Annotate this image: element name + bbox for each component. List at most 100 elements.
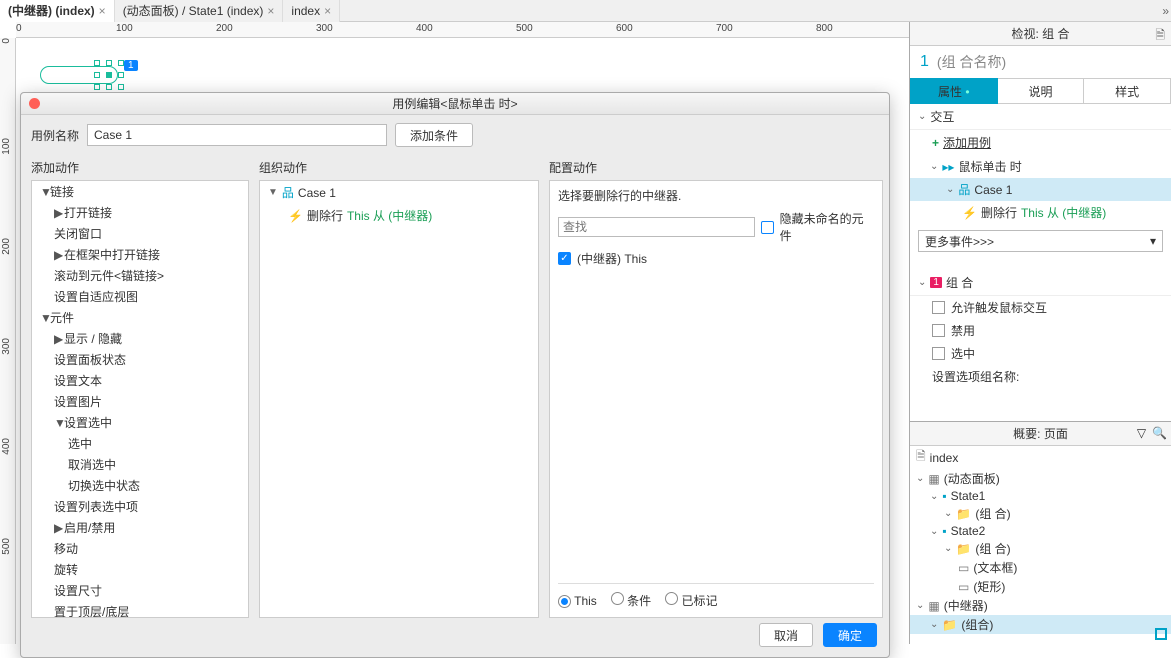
outline-title: 概要: 页面 ▽🔍 (910, 422, 1171, 446)
action-library[interactable]: ▼链接 ▶打开链接 关闭窗口 ▶在框架中打开链接 滚动到元件<锚链接> 设置自适… (31, 180, 249, 618)
radio-marked[interactable]: 已标记 (665, 592, 717, 609)
caret-icon: ⌄ (944, 543, 952, 554)
search-icon[interactable]: 🔍 (1152, 426, 1167, 440)
opt-trigger-mouse[interactable]: 允许触发鼠标交互 (910, 296, 1171, 319)
outline-item-label: index (930, 451, 959, 465)
configure-action-header: 配置动作 (549, 155, 883, 180)
outline-item[interactable]: ⌄📁(组 合) (910, 504, 1171, 523)
widget-name[interactable]: (组 合名称) (937, 52, 1006, 72)
document-tabs: (中继器) (index)× (动态面板) / State1 (index)× … (0, 0, 1171, 22)
outline-item[interactable]: ▭ (矩形) (910, 577, 1171, 596)
case-editor-dialog: 用例编辑<鼠标单击 时> 用例名称 添加条件 添加动作 ▼链接 ▶打 (20, 92, 890, 658)
interaction-badge[interactable]: 1 (124, 60, 138, 71)
folder-icon: 📁 (942, 618, 957, 632)
outline-item-label: State1 (951, 489, 986, 503)
action-row[interactable]: ⚡删除行 This 从 (中继器) (910, 201, 1171, 224)
right-panels: 检视: 组 合 🗎 1 (组 合名称) 属性 • 说明 样式 ⌄交互 +添加用例… (910, 22, 1171, 644)
outline-panel: 概要: 页面 ▽🔍 🗎index⌄▦(动态面板)⌄▪State1⌄📁(组 合)⌄… (910, 422, 1171, 644)
state-icon: ▪ (942, 524, 946, 538)
close-icon[interactable]: × (324, 4, 331, 18)
event-row[interactable]: ⌄▸▸鼠标单击 时 (910, 155, 1171, 178)
action-row[interactable]: ⚡ 删除行 This 从 (中继器) (260, 204, 538, 227)
cancel-button[interactable]: 取消 (759, 623, 813, 647)
outline-item[interactable]: 🗎 index (910, 446, 1171, 469)
add-case-link[interactable]: +添加用例 (910, 130, 1171, 155)
rect-icon: ▭ (958, 580, 969, 594)
close-window-icon[interactable] (29, 98, 40, 109)
case-action-tree[interactable]: ▼ 品 Case 1 ⚡ 删除行 This 从 (中继器) (259, 180, 539, 618)
delete-mode-radios: This 条件 已标记 (558, 583, 874, 609)
section-interactions[interactable]: ⌄交互 (910, 104, 1171, 130)
ruler-horizontal: 0100200300400500600700800 (16, 22, 909, 38)
configure-panel: 选择要删除行的中继器. 隐藏未命名的元件 ✓ (中继器) This (549, 180, 883, 618)
group-badge-icon: 1 (930, 277, 942, 288)
inspector-panel: 检视: 组 合 🗎 1 (组 合名称) 属性 • 说明 样式 ⌄交互 +添加用例… (910, 22, 1171, 422)
outline-item-label: (组 合) (975, 505, 1010, 522)
outline-item-label: State2 (951, 524, 986, 538)
outline-tree[interactable]: 🗎index⌄▦(动态面板)⌄▪State1⌄📁(组 合)⌄▪State2⌄📁(… (910, 446, 1171, 634)
page-icon: 🗎 (916, 447, 926, 468)
tab-properties[interactable]: 属性 • (910, 78, 998, 104)
bolt-icon: ⚡ (288, 209, 303, 223)
outline-item-label: (组合) (961, 616, 993, 633)
outline-item-label: (动态面板) (944, 470, 1000, 487)
bolt-icon: ⚡ (962, 206, 977, 220)
opt-disabled[interactable]: 禁用 (910, 319, 1171, 342)
rep-icon: ▦ (928, 599, 939, 613)
hide-unnamed-label: 隐藏未命名的元件 (780, 210, 874, 244)
more-events-dropdown[interactable]: 更多事件>>>▾ (918, 230, 1163, 252)
checkbox-icon[interactable] (932, 301, 945, 314)
caret-icon: ⌄ (930, 526, 938, 537)
notes-icon[interactable]: 🗎 (1155, 26, 1165, 47)
outline-item-label: (中继器) (944, 597, 988, 614)
checkbox-icon[interactable] (932, 347, 945, 360)
caret-icon: ⌄ (916, 473, 924, 484)
add-condition-button[interactable]: 添加条件 (395, 123, 473, 147)
checkbox-checked-icon[interactable]: ✓ (558, 252, 571, 265)
section-group[interactable]: ⌄1组 合 (910, 270, 1171, 296)
tab-notes[interactable]: 说明 (998, 78, 1085, 104)
state-icon: ▪ (942, 489, 946, 503)
tab-repeater-index[interactable]: (中继器) (index)× (0, 0, 115, 22)
opt-selected[interactable]: 选中 (910, 342, 1171, 365)
radio-this[interactable]: This (558, 594, 597, 608)
close-icon[interactable]: × (267, 4, 274, 18)
outline-item[interactable]: ⌄ ▦ (中继器) (910, 596, 1171, 615)
ok-button[interactable]: 确定 (823, 623, 877, 647)
filter-icon[interactable]: ▽ (1137, 426, 1146, 440)
selection-handles[interactable] (94, 60, 124, 90)
caret-icon: ⌄ (930, 491, 938, 502)
tab-dynpanel-state1[interactable]: (动态面板) / State1 (index)× (115, 0, 284, 22)
dialog-titlebar[interactable]: 用例编辑<鼠标单击 时> (21, 93, 889, 115)
outline-item[interactable]: ⌄ ▪ State2 (910, 523, 1171, 539)
outline-item[interactable]: ⌄📁(组合) (910, 615, 1171, 634)
case-row[interactable]: ⌄品Case 1 (910, 178, 1171, 201)
inspector-title: 检视: 组 合 🗎 (910, 22, 1171, 46)
config-instruction: 选择要删除行的中继器. (550, 181, 882, 210)
outline-item-label: (文本框) (973, 559, 1017, 576)
outline-item-label: (矩形) (973, 578, 1005, 595)
radio-condition[interactable]: 条件 (611, 592, 651, 609)
chevron-down-icon: ▾ (1150, 234, 1156, 248)
checkbox-icon[interactable] (932, 324, 945, 337)
caret-icon: ⌄ (916, 600, 924, 611)
close-icon[interactable]: × (99, 4, 106, 18)
outline-item[interactable]: ⌄📁(组 合) (910, 539, 1171, 558)
case-name-input[interactable] (87, 124, 387, 146)
ruler-vertical: 0100200300400500 (0, 38, 16, 644)
tab-index[interactable]: index× (283, 0, 340, 22)
dyn-icon: ▦ (928, 472, 939, 486)
target-widget-row[interactable]: ✓ (中继器) This (550, 244, 882, 273)
canvas-area: 0100200300400500600700800 01002003004005… (0, 22, 910, 644)
add-action-header: 添加动作 (31, 155, 249, 180)
outline-item[interactable]: ⌄ ▦ (动态面板) (910, 469, 1171, 488)
tab-style[interactable]: 样式 (1084, 78, 1171, 104)
widget-search-input[interactable] (558, 217, 755, 237)
tabs-scroll-icon[interactable]: » (1162, 4, 1169, 18)
outline-item[interactable]: ⌄ ▪ State1 (910, 488, 1171, 504)
locate-icon[interactable] (1155, 628, 1167, 640)
hide-unnamed-checkbox[interactable] (761, 221, 774, 234)
outline-item-label: (组 合) (975, 540, 1010, 557)
outline-item[interactable]: ▭(文本框) (910, 558, 1171, 577)
case-row[interactable]: ▼ 品 Case 1 (260, 181, 538, 204)
